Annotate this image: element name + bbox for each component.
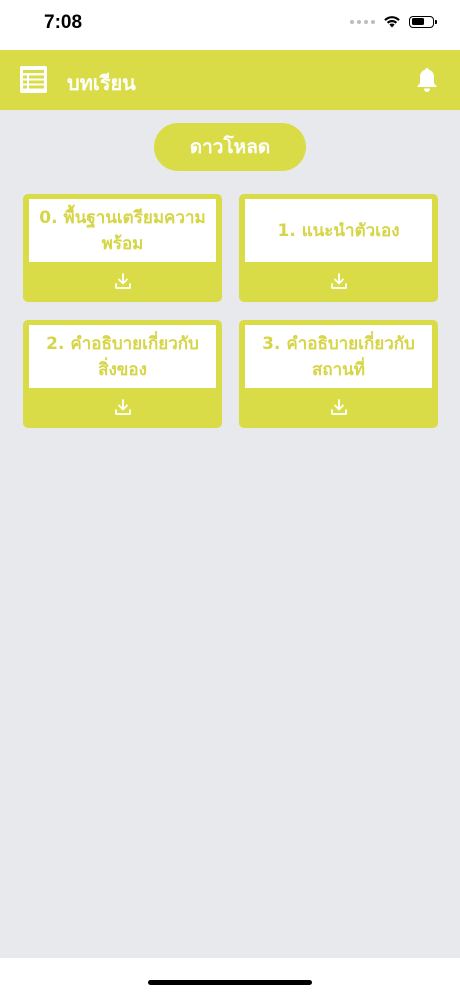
app-header: บทเรียน [0,50,460,110]
lesson-card[interactable]: 1. แนะนำตัวเอง [239,194,438,302]
lesson-card[interactable]: 0. พื้นฐานเตรียมความพร้อม [23,194,222,302]
download-icon[interactable] [330,398,348,416]
page-title: บทเรียน [67,71,136,95]
bell-icon[interactable] [416,67,438,93]
download-all-button[interactable]: ดาวโหลด [154,123,306,171]
download-icon[interactable] [330,272,348,290]
battery-icon [409,15,437,28]
lesson-title: 0. พื้นฐานเตรียมความพร้อม [39,207,206,254]
lesson-title-box: 3. คำอธิบายเกี่ยวกับสถานที่ [245,325,432,388]
lesson-card[interactable]: 3. คำอธิบายเกี่ยวกับสถานที่ [239,320,438,428]
status-time: 7:08 [44,12,83,33]
list-icon[interactable] [20,66,47,93]
bottom-bar [0,958,460,996]
cellular-signal-icon [350,19,375,24]
status-bar: 7:08 [0,0,460,50]
home-indicator[interactable] [148,980,312,985]
lesson-title: 3. คำอธิบายเกี่ยวกับสถานที่ [262,333,415,380]
lesson-title: 1. แนะนำตัวเอง [277,220,400,241]
lesson-title: 2. คำอธิบายเกี่ยวกับสิ่งของ [46,333,199,380]
wifi-icon [384,16,400,28]
lesson-title-box: 0. พื้นฐานเตรียมความพร้อม [29,199,216,262]
status-icons [350,15,437,28]
download-icon[interactable] [114,398,132,416]
lesson-card[interactable]: 2. คำอธิบายเกี่ยวกับสิ่งของ [23,320,222,428]
lesson-title-box: 1. แนะนำตัวเอง [245,199,432,262]
download-icon[interactable] [114,272,132,290]
lesson-title-box: 2. คำอธิบายเกี่ยวกับสิ่งของ [29,325,216,388]
